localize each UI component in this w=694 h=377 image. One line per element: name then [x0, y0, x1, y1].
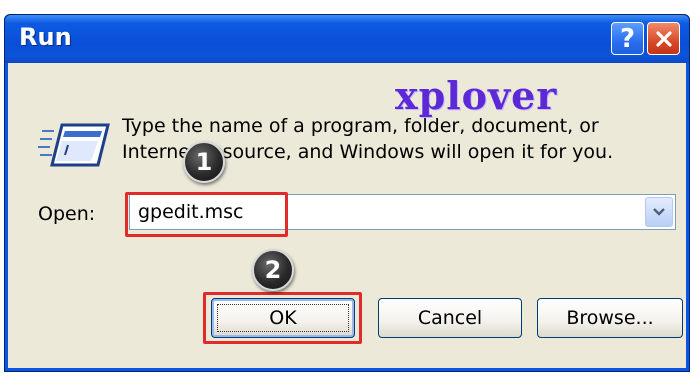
run-dialog: Run ? xplover Type the name of a program…	[4, 14, 690, 372]
help-icon: ?	[619, 23, 636, 54]
cancel-label: Cancel	[417, 307, 483, 329]
close-button[interactable]	[647, 22, 680, 55]
open-combobox[interactable]: gpedit.msc	[129, 194, 676, 230]
top-strip	[0, 0, 694, 14]
browse-button[interactable]: Browse...	[537, 298, 683, 338]
window-title: Run	[19, 23, 72, 51]
close-icon	[655, 30, 672, 47]
dialog-body: xplover Type the name of a program, fold…	[8, 63, 686, 368]
step-2-badge: 2	[252, 249, 294, 291]
cancel-button[interactable]: Cancel	[378, 298, 522, 338]
chevron-down-icon	[653, 208, 665, 216]
dropdown-button[interactable]	[645, 197, 673, 227]
open-input-value[interactable]: gpedit.msc	[138, 201, 244, 223]
title-bar[interactable]: Run ?	[5, 15, 689, 63]
focus-rectangle	[217, 304, 349, 332]
help-button[interactable]: ?	[611, 22, 644, 55]
step-1-badge: 1	[183, 141, 225, 183]
browse-label: Browse...	[566, 307, 654, 329]
ok-button[interactable]: OK	[211, 298, 355, 338]
run-program-icon	[38, 123, 110, 167]
open-label: Open:	[38, 203, 96, 225]
watermark-text: xplover	[395, 73, 558, 118]
